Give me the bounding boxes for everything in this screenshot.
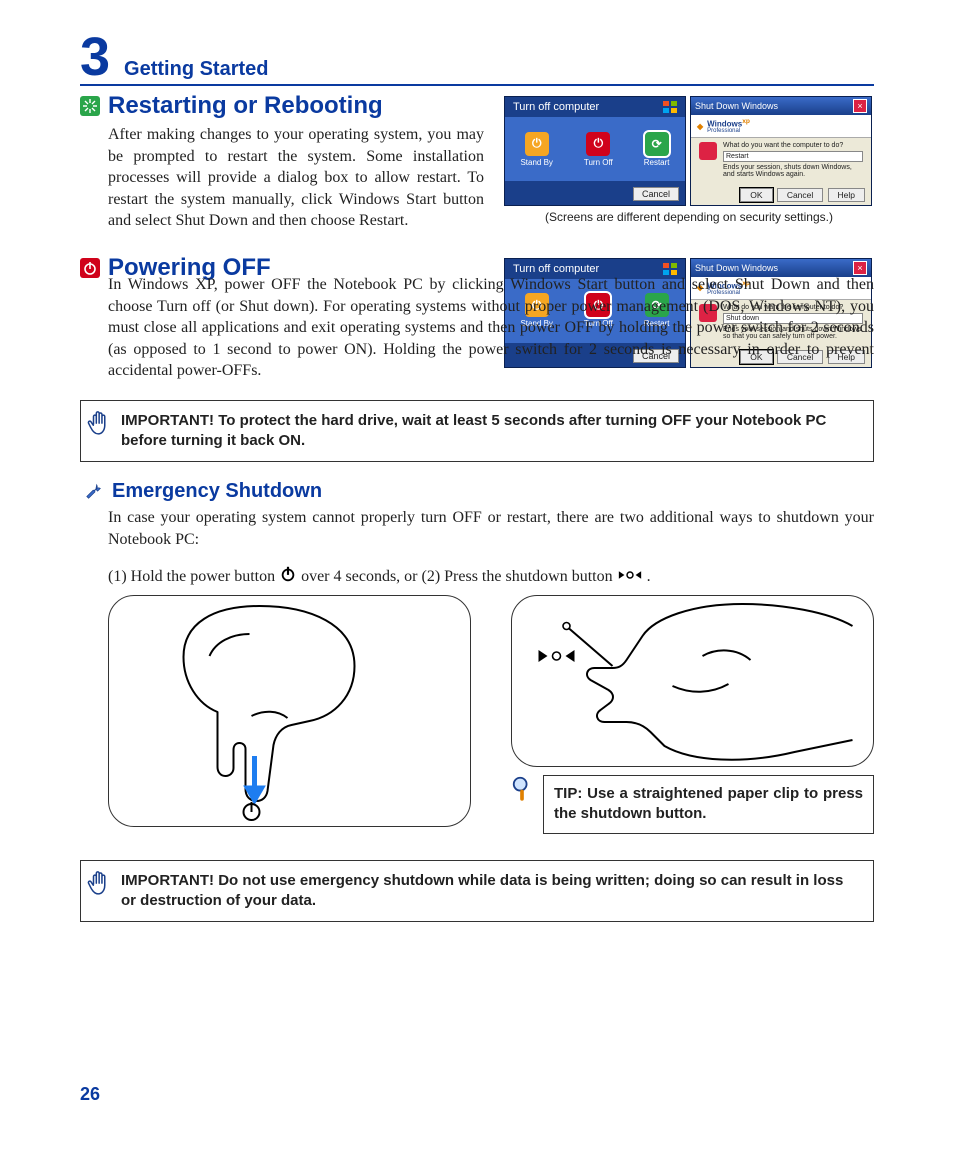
emergency-body: In case your operating system cannot pro… bbox=[80, 507, 874, 550]
restart-label: Restart bbox=[644, 158, 670, 167]
xp-shutdown-dialog: Shut Down Windows× ◆WindowsxpProfessiona… bbox=[690, 96, 872, 206]
page-number: 26 bbox=[80, 1084, 100, 1105]
chapter-number: 3 bbox=[80, 30, 110, 84]
xp-turnoff-panel: Turn off computer ⏻Stand By ⏻Turn Off ⟳R… bbox=[504, 96, 686, 206]
dialog-question: What do you want the computer to do? bbox=[723, 142, 863, 149]
restart-body: After making changes to your operating s… bbox=[80, 124, 484, 232]
windows-flag-icon bbox=[663, 101, 677, 113]
turnoff-label: Turn Off bbox=[584, 158, 613, 167]
brand: Windows bbox=[707, 119, 742, 128]
emergency-steps: (1) Hold the power button over 4 seconds… bbox=[80, 565, 874, 590]
help-button: Help bbox=[828, 188, 865, 202]
hand-stop-icon bbox=[87, 869, 113, 908]
important-note-hdd: IMPORTANT! To protect the hard drive, wa… bbox=[80, 400, 874, 463]
poweroff-icon bbox=[80, 258, 100, 278]
wrench-icon bbox=[84, 482, 104, 502]
screens-caption: (Screens are different depending on secu… bbox=[504, 210, 874, 224]
dialog-select: Restart bbox=[723, 151, 863, 162]
cancel-button: Cancel bbox=[633, 187, 679, 201]
ok-button: OK bbox=[740, 188, 772, 202]
standby-label: Stand By bbox=[520, 158, 552, 167]
important-hdd-text: IMPORTANT! To protect the hard drive, wa… bbox=[121, 412, 826, 449]
magnifier-icon bbox=[511, 775, 533, 808]
close-icon: × bbox=[853, 261, 867, 275]
restart-screenshots: Turn off computer ⏻Stand By ⏻Turn Off ⟳R… bbox=[504, 96, 874, 206]
illustration-paperclip bbox=[511, 595, 874, 767]
chapter-header: 3 Getting Started bbox=[80, 30, 874, 86]
chapter-title: Getting Started bbox=[124, 58, 268, 81]
restart-icon bbox=[80, 96, 100, 116]
important-data-text: IMPORTANT! Do not use emergency shutdown… bbox=[121, 872, 843, 909]
tip-text: TIP: Use a straightened paper clip to pr… bbox=[543, 775, 874, 834]
shutdown-button-icon bbox=[617, 566, 643, 588]
windows-flag-icon bbox=[663, 263, 677, 275]
emergency-heading: Emergency Shutdown bbox=[112, 480, 322, 503]
power-icon bbox=[279, 565, 297, 590]
illustration-hold-power bbox=[108, 595, 471, 827]
restart-heading: Restarting or Rebooting bbox=[108, 92, 383, 120]
tip-box: TIP: Use a straightened paper clip to pr… bbox=[511, 775, 874, 834]
cancel-button-2: Cancel bbox=[777, 188, 823, 202]
close-icon: × bbox=[853, 99, 867, 113]
hand-stop-icon bbox=[87, 409, 113, 448]
dialog-desc: Ends your session, shuts down Windows, a… bbox=[723, 164, 863, 178]
xp-turnoff-title: Turn off computer bbox=[513, 101, 599, 113]
important-note-data: IMPORTANT! Do not use emergency shutdown… bbox=[80, 860, 874, 923]
shutdown-icon bbox=[699, 142, 717, 160]
dialog-title: Shut Down Windows bbox=[695, 101, 778, 111]
